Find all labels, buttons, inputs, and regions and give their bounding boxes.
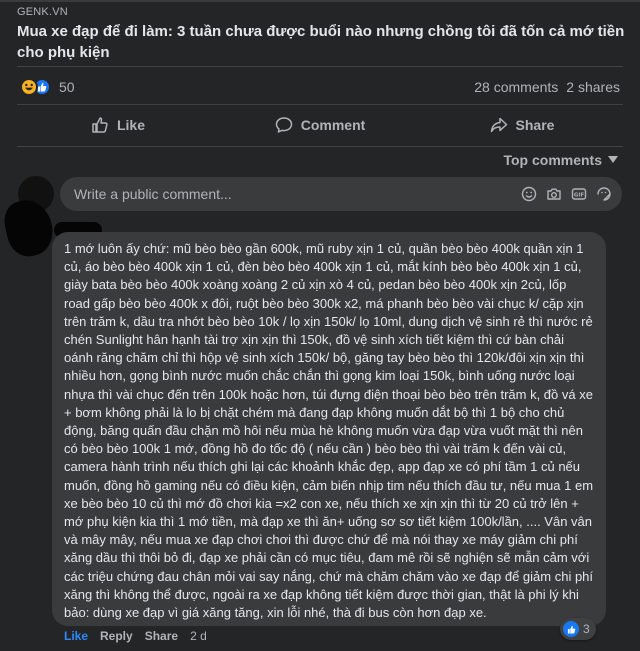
svg-text:GIF: GIF xyxy=(574,193,585,199)
comment-button[interactable]: Comment xyxy=(219,104,421,146)
comment-reactions[interactable]: 3 xyxy=(560,618,596,640)
top-border xyxy=(0,0,640,2)
comment-bubble: 1 mớ luôn ấy chứ: mũ bèo bèo gần 600k, m… xyxy=(52,232,606,626)
link-preview[interactable]: GENK.VN Mua xe đạp để đi làm: 3 tuần chư… xyxy=(17,6,627,63)
comments-count-link[interactable]: 28 comments xyxy=(474,79,558,95)
share-button[interactable]: Share xyxy=(421,104,623,146)
like-reaction-icon xyxy=(563,621,579,637)
emoji-icon[interactable] xyxy=(521,186,537,202)
comment-share-link[interactable]: Share xyxy=(145,629,178,643)
gif-icon[interactable]: GIF xyxy=(571,186,587,202)
comment-sort-dropdown[interactable]: Top comments xyxy=(503,152,618,168)
reaction-count[interactable]: 50 xyxy=(59,79,75,95)
comment-like-link[interactable]: Like xyxy=(64,629,88,643)
comment-sort-label: Top comments xyxy=(503,152,602,168)
link-source: GENK.VN xyxy=(17,6,68,18)
comment-text: 1 mớ luôn ấy chứ: mũ bèo bèo gần 600k, m… xyxy=(64,241,594,621)
link-headline[interactable]: Mua xe đạp để đi làm: 3 tuần chưa được b… xyxy=(17,21,627,63)
reactions-summary: 50 28 comments 2 shares xyxy=(20,76,620,98)
share-arrow-icon xyxy=(490,117,507,133)
share-button-label: Share xyxy=(515,117,555,133)
sticker-icon[interactable] xyxy=(596,186,612,202)
like-button-label: Like xyxy=(116,117,145,133)
camera-icon[interactable] xyxy=(546,186,562,202)
divider xyxy=(17,66,623,67)
thumbs-up-icon xyxy=(92,117,108,133)
comment-reply-link[interactable]: Reply xyxy=(100,629,133,643)
comment-input[interactable]: Write a public comment... xyxy=(74,186,521,202)
comment-button-label: Comment xyxy=(300,117,366,133)
comment-timestamp[interactable]: 2 d xyxy=(190,629,207,643)
divider xyxy=(17,146,623,147)
comment-composer[interactable]: Write a public comment... GIF xyxy=(60,177,622,211)
shares-count-link[interactable]: 2 shares xyxy=(566,79,620,95)
haha-reaction-icon[interactable] xyxy=(20,78,38,96)
like-button[interactable]: Like xyxy=(17,104,219,146)
comment-reaction-count: 3 xyxy=(583,622,590,636)
caret-down-icon xyxy=(608,156,618,163)
comment-actions: Like Reply Share 2 d xyxy=(64,629,207,643)
post-action-bar: Like Comment Share xyxy=(17,104,623,146)
comment-icon xyxy=(275,117,292,133)
